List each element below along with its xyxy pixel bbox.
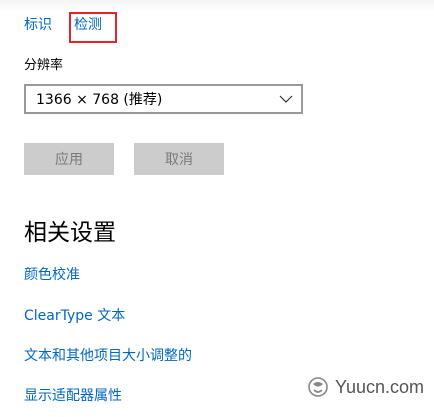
resolution-value: 1366 × 768 (推荐)	[36, 92, 163, 108]
top-strip	[0, 0, 434, 12]
fade-overlay	[200, 340, 290, 370]
cancel-button[interactable]: 取消	[134, 143, 224, 175]
watermark-text: Yuucn.com	[334, 376, 424, 397]
apply-button[interactable]: 应用	[24, 143, 114, 175]
resolution-label: 分辨率	[24, 58, 64, 73]
cleartype-text-link[interactable]: ClearType 文本	[24, 307, 125, 325]
color-calibration-link[interactable]: 颜色校准	[24, 266, 80, 284]
watermark: Yuucn.com	[307, 376, 424, 398]
detect-highlight-box	[69, 12, 117, 43]
chevron-down-icon	[279, 95, 293, 103]
identify-link[interactable]: 标识	[24, 16, 52, 34]
resolution-dropdown[interactable]: 1366 × 768 (推荐)	[24, 84, 303, 114]
display-adapter-properties-link[interactable]: 显示适配器属性	[24, 387, 122, 405]
related-settings-title: 相关设置	[24, 220, 116, 246]
text-size-adjust-link[interactable]: 文本和其他项目大小调整的	[24, 347, 192, 365]
watermark-logo-icon	[308, 377, 328, 397]
